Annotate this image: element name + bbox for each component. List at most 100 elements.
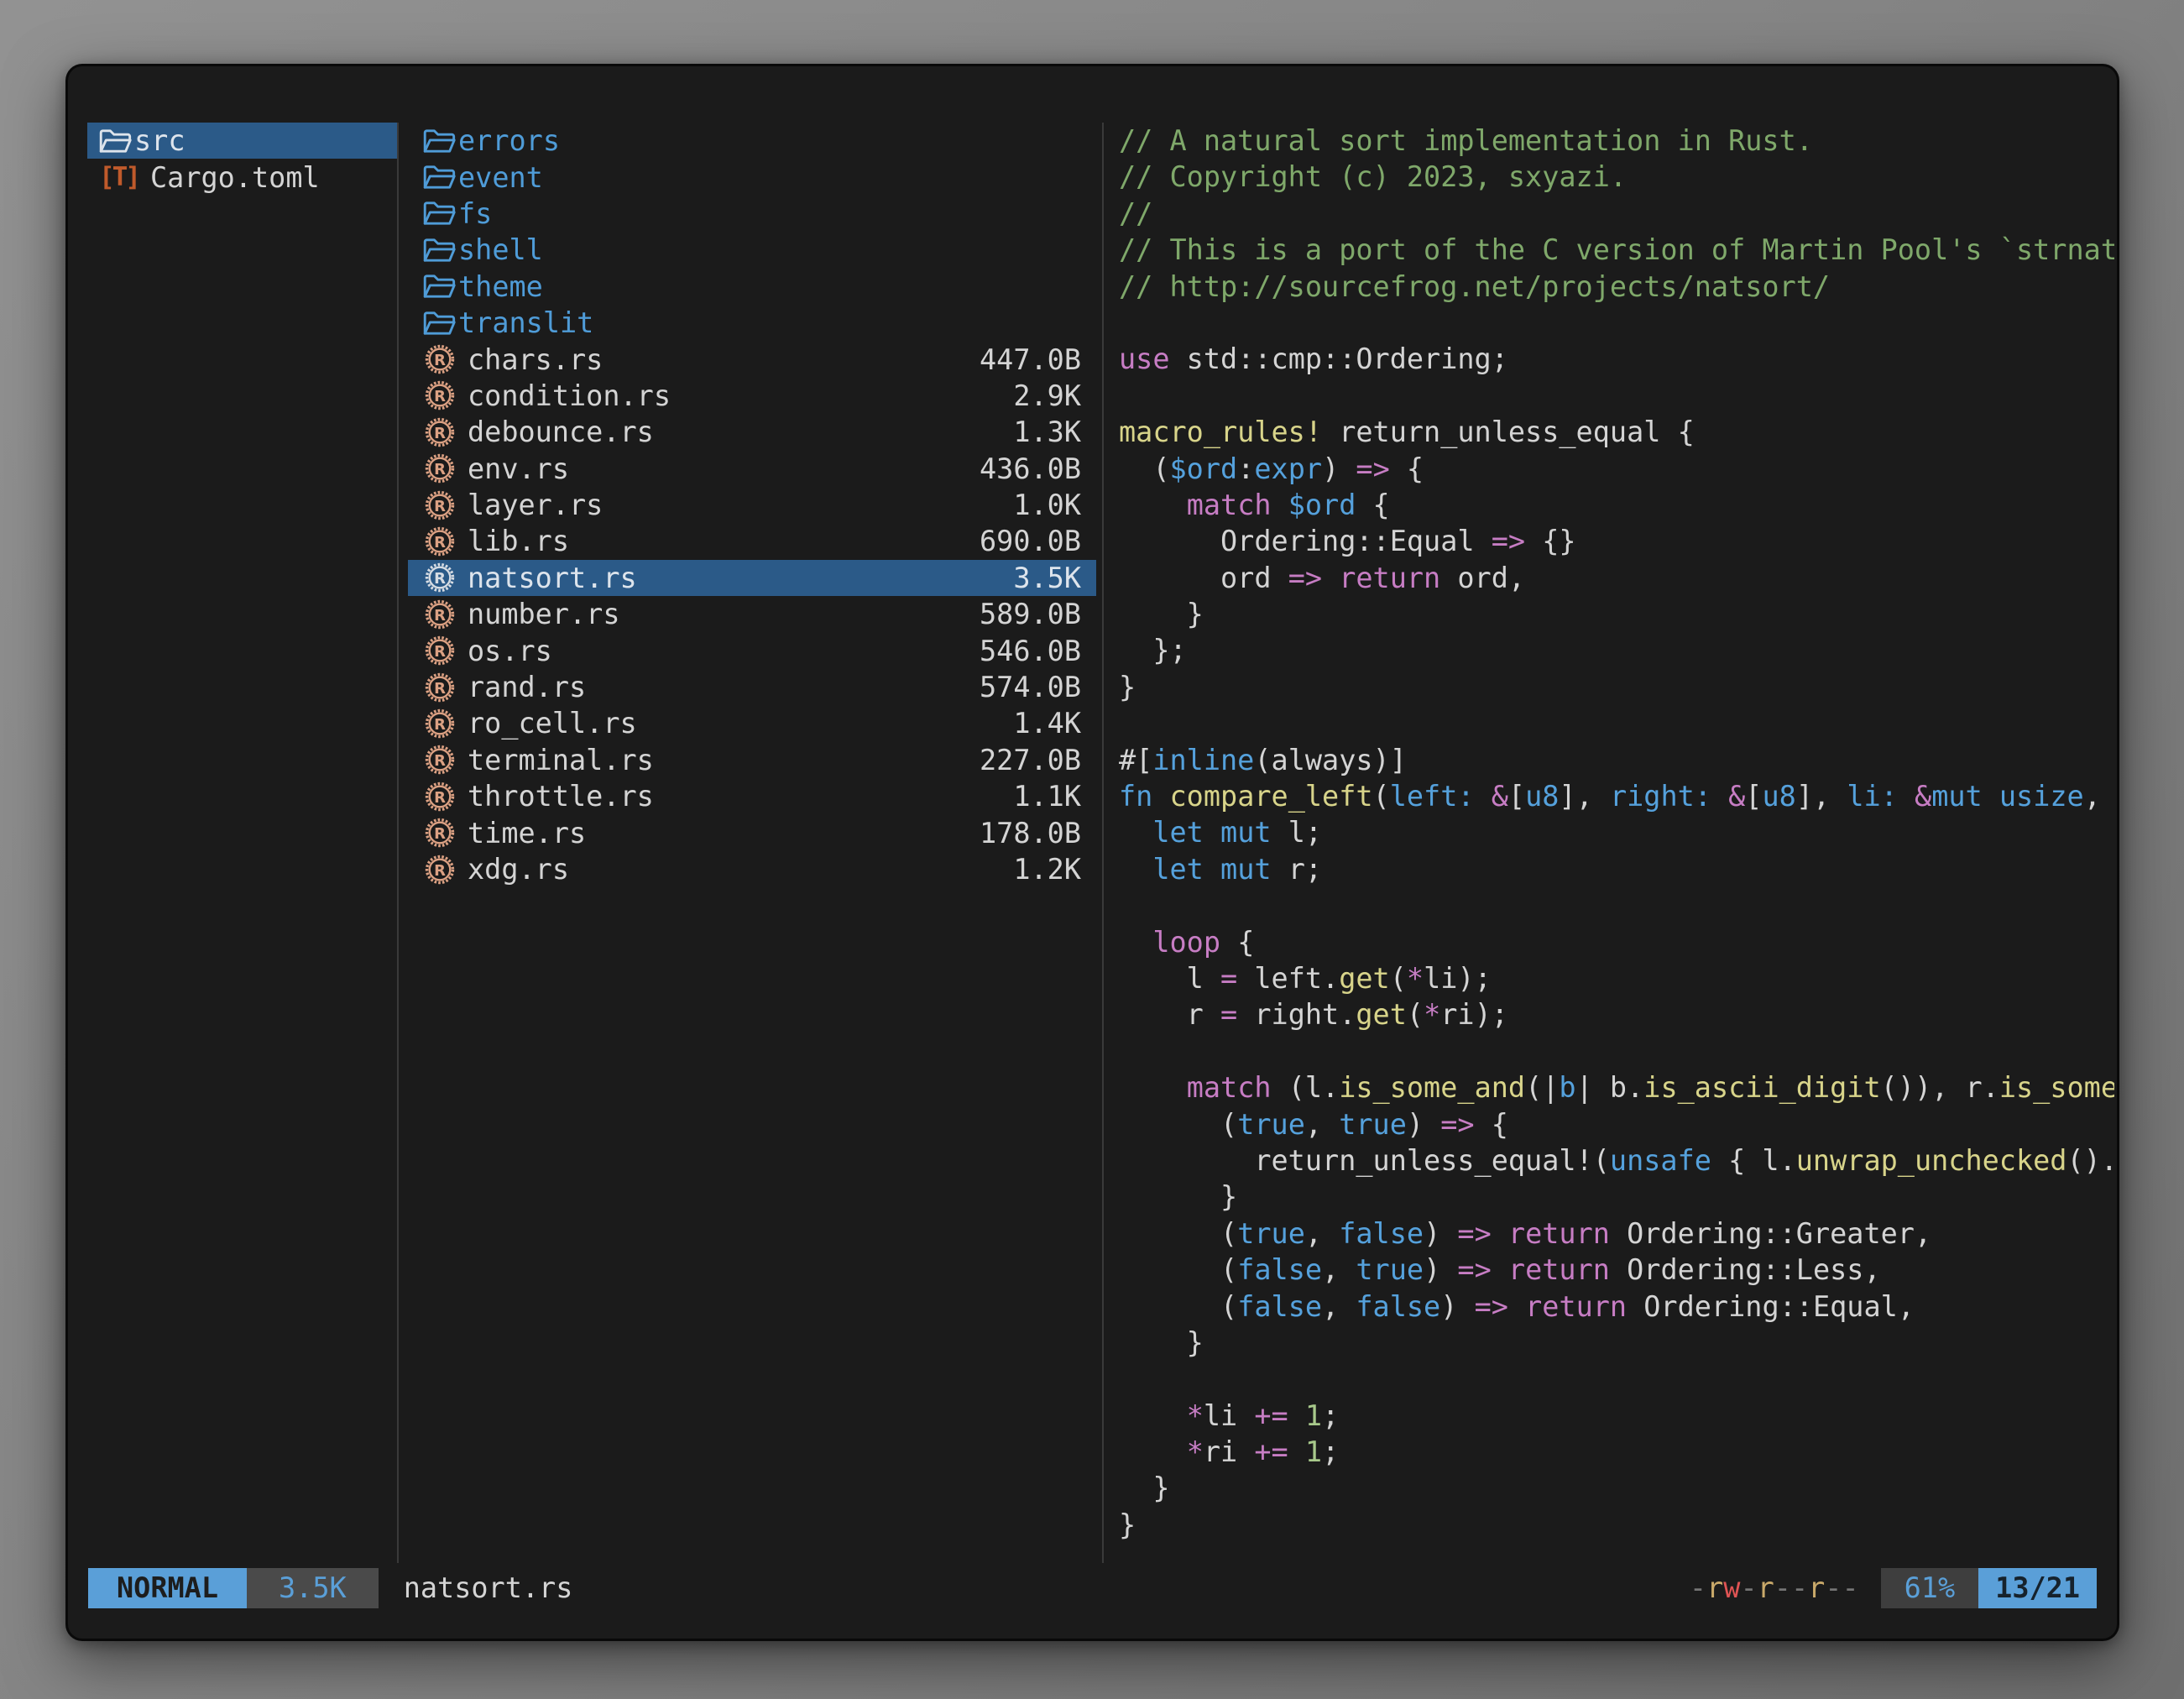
entry-size: 1.3K — [1013, 416, 1081, 448]
entry-size: 178.0B — [980, 817, 1081, 850]
svg-text:R: R — [434, 607, 446, 625]
code-line: use std::cmp::Ordering; — [1119, 341, 2114, 377]
dir-row[interactable]: src — [87, 123, 397, 159]
rust-icon: R — [423, 379, 457, 412]
code-line: } — [1119, 669, 2114, 705]
entry-name: theme — [458, 270, 543, 303]
entry-name: errors — [458, 124, 560, 157]
rust-icon: R — [423, 525, 457, 558]
rust-icon: R — [423, 816, 457, 850]
current-pane: errors eventfsshellthemetranslitRchars.rs… — [408, 123, 1096, 887]
cursor-position-badge: 13/21 — [1978, 1568, 2097, 1608]
svg-text:R: R — [434, 570, 446, 588]
code-line — [1119, 705, 2114, 741]
code-line: r = right.get(*ri); — [1119, 996, 2114, 1032]
file-row[interactable]: Rrand.rs 574.0B — [408, 669, 1096, 705]
entry-name: rand.rs — [468, 671, 586, 703]
entry-size: 1.2K — [1013, 853, 1081, 886]
rust-icon: R — [423, 452, 457, 485]
entry-size: 1.4K — [1013, 707, 1081, 740]
file-row[interactable]: [T]Cargo.toml — [87, 159, 397, 195]
folder-icon — [423, 199, 457, 227]
file-row[interactable]: Rlib.rs 690.0B — [408, 523, 1096, 559]
entry-size: 3.5K — [1013, 562, 1081, 594]
file-row[interactable]: Renv.rs 436.0B — [408, 451, 1096, 487]
preview-pane: // A natural sort implementation in Rust… — [1119, 123, 2114, 1550]
status-spacer — [572, 1568, 1690, 1608]
entry-name: throttle.rs — [468, 780, 654, 813]
entry-size: 1.1K — [1013, 780, 1081, 813]
file-row[interactable]: Rchars.rs447.0B — [408, 341, 1096, 377]
entry-size: 589.0B — [980, 598, 1081, 630]
entry-size: 227.0B — [980, 744, 1081, 776]
mode-badge: NORMAL — [88, 1568, 247, 1608]
dir-row[interactable]: theme — [408, 269, 1096, 305]
code-line — [1119, 1361, 2114, 1397]
svg-text:R: R — [434, 498, 446, 515]
entry-name: fs — [458, 197, 492, 230]
folder-icon — [423, 163, 457, 191]
rust-icon: R — [423, 780, 457, 813]
entry-name: number.rs — [468, 598, 620, 630]
file-row[interactable]: Rxdg.rs1.2K — [408, 851, 1096, 887]
code-line: ($ord:expr) => { — [1119, 451, 2114, 487]
entry-name: translit — [458, 306, 593, 339]
entry-size: 2.9K — [1013, 379, 1081, 412]
dir-row[interactable]: translit — [408, 305, 1096, 341]
code-line: (false, true) => return Ordering::Less, — [1119, 1252, 2114, 1288]
permissions-text: -rw-r--r-- — [1690, 1568, 1859, 1608]
file-row[interactable]: Rdebounce.rs 1.3K — [408, 414, 1096, 450]
svg-text:R: R — [434, 862, 446, 880]
entry-name: natsort.rs — [468, 562, 637, 594]
dir-row[interactable]: event — [408, 159, 1096, 195]
entry-name: lib.rs — [468, 525, 569, 557]
entry-size: 447.0B — [980, 343, 1081, 376]
rust-icon: R — [423, 853, 457, 886]
svg-text:R: R — [434, 534, 446, 552]
folder-icon — [423, 272, 457, 301]
folder-icon — [99, 127, 133, 155]
scroll-percent-badge: 61% — [1881, 1568, 1979, 1608]
folder-icon — [423, 236, 457, 264]
file-row[interactable]: Rro_cell.rs 1.4K — [408, 705, 1096, 741]
rust-icon: R — [423, 416, 457, 449]
dir-row[interactable]: fs — [408, 196, 1096, 232]
rust-icon: R — [423, 707, 457, 740]
code-line: let mut r; — [1119, 851, 2114, 887]
file-row[interactable]: Rlayer.rs1.0K — [408, 487, 1096, 523]
rust-icon: R — [423, 671, 457, 704]
pane-divider — [397, 123, 399, 1563]
file-row[interactable]: Rtime.rs178.0B — [408, 814, 1096, 850]
code-line: // Copyright (c) 2023, sxyazi. — [1119, 159, 2114, 195]
code-line: macro_rules! return_unless_equal { — [1119, 414, 2114, 450]
file-row[interactable]: Ros.rs546.0B — [408, 632, 1096, 668]
dir-row[interactable]: shell — [408, 232, 1096, 268]
dir-row[interactable]: errors — [408, 123, 1096, 159]
code-line — [1119, 378, 2114, 414]
file-row[interactable]: Rcondition.rs2.9K — [408, 378, 1096, 414]
code-line: }; — [1119, 632, 2114, 668]
entry-name: debounce.rs — [468, 416, 654, 448]
code-line: // http://sourcefrog.net/projects/natsor… — [1119, 269, 2114, 305]
entry-name: src — [134, 124, 185, 157]
code-line: *ri += 1; — [1119, 1434, 2114, 1470]
code-line: fn compare_left(left: &[u8], right: &[u8… — [1119, 778, 2114, 814]
entry-name: Cargo.toml — [150, 161, 320, 194]
entry-name: event — [458, 161, 543, 194]
entry-size: 436.0B — [980, 452, 1081, 485]
file-row[interactable]: Rnumber.rs 589.0B — [408, 596, 1096, 632]
file-row[interactable]: Rnatsort.rs 3.5K — [408, 560, 1096, 596]
rust-icon: R — [423, 489, 457, 522]
terminal-window: src[T]Cargo.toml errors eventfsshelltheme… — [65, 64, 2119, 1641]
code-line: loop { — [1119, 924, 2114, 960]
code-line: let mut l; — [1119, 814, 2114, 850]
entry-name: env.rs — [468, 452, 569, 485]
file-row[interactable]: Rthrottle.rs 1.1K — [408, 778, 1096, 814]
file-row[interactable]: Rterminal.rs227.0B — [408, 742, 1096, 778]
entry-size: 574.0B — [980, 671, 1081, 703]
code-line: // A natural sort implementation in Rust… — [1119, 123, 2114, 159]
rust-icon: R — [423, 743, 457, 776]
entry-name: ro_cell.rs — [468, 707, 637, 740]
code-line — [1119, 887, 2114, 923]
entry-size: 690.0B — [980, 525, 1081, 557]
